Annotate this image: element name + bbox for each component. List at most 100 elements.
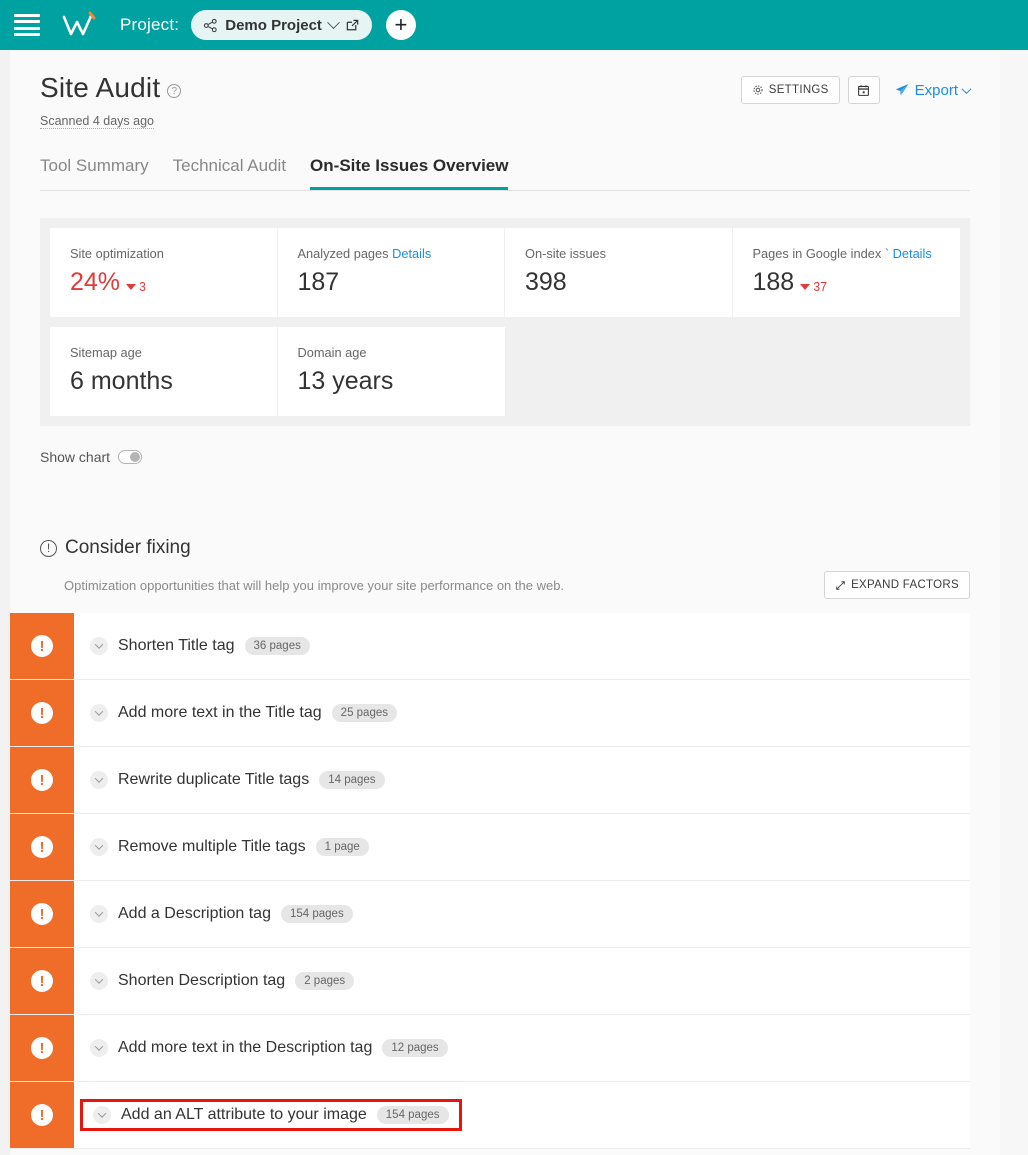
issue-row[interactable]: ! Add more text in the Description tag 1… (10, 1015, 970, 1082)
metrics-panel: Site optimization 24% 3 Analyzed pages D… (40, 218, 970, 426)
metric-label: On-site issues (525, 246, 607, 261)
severity-indicator: ! (10, 881, 74, 947)
date-range-button[interactable] (847, 76, 880, 104)
issue-page-count: 12 pages (382, 1039, 448, 1057)
metric-value: 6 months (70, 367, 173, 395)
details-link[interactable]: Details (392, 246, 431, 261)
tab-on-site-issues-overview[interactable]: On-Site Issues Overview (310, 156, 509, 190)
left-edge-strip (0, 50, 10, 1155)
issue-name: Shorten Title tag (118, 637, 235, 654)
export-button[interactable]: Export (894, 81, 972, 99)
external-link-icon[interactable] (345, 18, 360, 33)
issues-list: ! Shorten Title tag 36 pages ! Add more … (10, 613, 970, 1149)
paper-plane-icon (895, 84, 909, 96)
metric-delta: 3 (126, 280, 146, 294)
issue-name: Add more text in the Title tag (118, 704, 322, 721)
severity-indicator: ! (10, 1015, 74, 1081)
metric-label: Sitemap age (70, 345, 142, 360)
question-circle-icon[interactable]: ? (167, 84, 182, 98)
metric-value: 187 (297, 268, 340, 296)
metric-label[interactable]: Analyzed pages (298, 246, 389, 261)
warning-icon: ! (31, 836, 53, 858)
expand-chevron-icon[interactable] (90, 637, 108, 655)
calendar-icon (858, 84, 870, 96)
metric-card-sitemap-age: Sitemap age 6 months (50, 327, 278, 416)
expand-factors-button[interactable]: EXPAND FACTORS (824, 571, 970, 599)
expand-chevron-icon[interactable] (90, 1039, 108, 1057)
metric-card-placeholder-2 (733, 327, 961, 416)
metric-delta-value: 3 (139, 280, 146, 294)
issue-name: Add more text in the Description tag (118, 1039, 373, 1056)
consider-fixing-title: Consider fixing (65, 537, 191, 558)
header-actions: SETTINGS Export (740, 72, 972, 104)
issue-row[interactable]: ! Add more text in the Title tag 25 page… (10, 680, 970, 747)
tab-tool-summary[interactable]: Tool Summary (40, 156, 149, 190)
expand-chevron-icon[interactable] (90, 704, 108, 722)
highlight-box: Add an ALT attribute to your image 154 p… (80, 1099, 462, 1131)
logo-w-icon (62, 11, 96, 36)
issue-row[interactable]: ! Rewrite duplicate Title tags 14 pages (10, 747, 970, 814)
tab-technical-audit[interactable]: Technical Audit (173, 156, 286, 190)
severity-indicator: ! (10, 1082, 74, 1148)
page-title: Site Audit (40, 72, 161, 103)
severity-indicator: ! (10, 814, 74, 880)
consider-fixing-header: ! Consider fixing (40, 537, 970, 559)
settings-button[interactable]: SETTINGS (740, 76, 840, 104)
export-label: Export (914, 81, 958, 99)
metric-card-pages-in-google-index: Pages in Google index ` Details 188 37 (732, 228, 960, 317)
metric-card-site-optimization: Site optimization 24% 3 (50, 228, 278, 317)
settings-label: SETTINGS (768, 84, 829, 96)
metric-card-analyzed-pages: Analyzed pages Details 187 (277, 228, 505, 317)
show-chart-control[interactable]: Show chart (40, 449, 970, 465)
gear-icon (753, 85, 763, 95)
metric-label: Domain age (297, 345, 367, 360)
warning-icon: ! (31, 1104, 53, 1126)
metric-value: 24% (70, 268, 121, 296)
warning-icon: ! (31, 702, 53, 724)
issue-content: Rewrite duplicate Title tags 14 pages (74, 747, 970, 813)
issue-row[interactable]: ! Remove multiple Title tags 1 page (10, 814, 970, 881)
issue-page-count: 1 page (315, 838, 369, 856)
issue-content: Remove multiple Title tags 1 page (74, 814, 970, 880)
top-navigation-bar: Project: Demo Project + (0, 0, 1028, 50)
expand-chevron-icon[interactable] (90, 972, 108, 990)
severity-indicator: ! (10, 747, 74, 813)
details-link[interactable]: Details (893, 246, 932, 261)
expand-chevron-icon[interactable] (90, 905, 108, 923)
issue-name: Add an ALT attribute to your image (121, 1106, 367, 1123)
issue-row[interactable]: ! Shorten Title tag 36 pages (10, 613, 970, 680)
severity-indicator: ! (10, 680, 74, 746)
issue-row[interactable]: ! Add a Description tag 154 pages (10, 881, 970, 948)
issue-page-count: 25 pages (331, 704, 397, 722)
issue-name: Shorten Description tag (118, 972, 286, 989)
issue-content: Add a Description tag 154 pages (74, 881, 970, 947)
metric-value: 398 (525, 268, 567, 296)
expand-factors-label: EXPAND FACTORS (851, 579, 959, 591)
metric-delta: 37 (800, 280, 827, 294)
hamburger-menu-icon[interactable] (14, 14, 40, 36)
warning-icon: ! (31, 903, 53, 925)
issue-content: Add an ALT attribute to your image 154 p… (74, 1082, 970, 1148)
issue-row[interactable]: ! Shorten Description tag 2 pages (10, 948, 970, 1015)
metric-card-placeholder-1 (505, 327, 733, 416)
metric-value: 13 years (297, 367, 394, 395)
issue-name: Remove multiple Title tags (118, 838, 306, 855)
show-chart-label: Show chart (40, 449, 111, 465)
expand-chevron-icon[interactable] (93, 1106, 111, 1124)
issue-row-highlighted[interactable]: ! Add an ALT attribute to your image 154… (10, 1082, 970, 1149)
metric-label[interactable]: Site optimization (70, 246, 164, 261)
consider-fixing-subheader: Optimization opportunities that will hel… (40, 571, 970, 599)
expand-chevron-icon[interactable] (90, 771, 108, 789)
add-project-button[interactable]: + (385, 10, 416, 40)
consider-fixing-subtitle: Optimization opportunities that will hel… (64, 577, 565, 593)
warning-icon: ! (31, 970, 53, 992)
triangle-down-icon (126, 284, 137, 290)
issue-page-count: 14 pages (319, 771, 385, 789)
metric-delta-value: 37 (813, 280, 828, 294)
project-selector[interactable]: Demo Project (191, 10, 372, 40)
scanned-timestamp[interactable]: Scanned 4 days ago (40, 114, 154, 129)
tab-bar: Tool Summary Technical Audit On-Site Iss… (40, 156, 970, 191)
app-logo[interactable] (60, 10, 102, 40)
expand-chevron-icon[interactable] (90, 838, 108, 856)
show-chart-toggle[interactable] (118, 450, 143, 464)
